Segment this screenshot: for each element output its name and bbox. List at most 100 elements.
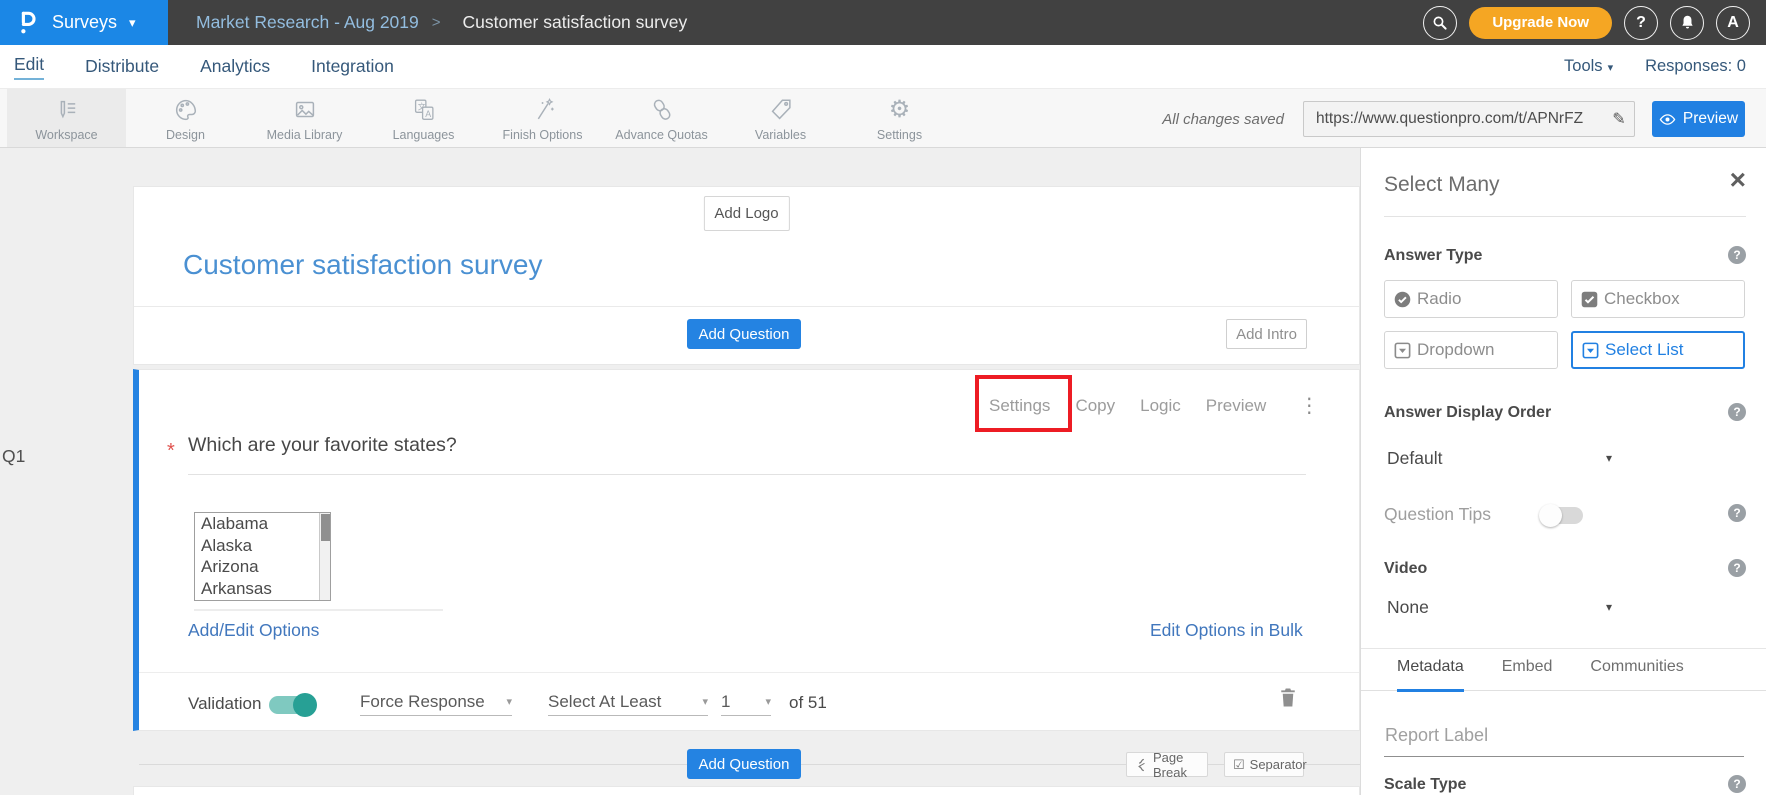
force-response-dropdown[interactable]: Force Response ▾ [360,688,512,716]
add-question-button-bottom[interactable]: Add Question [687,749,801,779]
answer-display-order-label: Answer Display Order [1384,404,1551,422]
divider [1361,648,1766,649]
divider [188,474,1306,475]
toggle-knob [293,693,317,717]
avatar[interactable]: A [1716,6,1750,40]
answer-type-radio-button[interactable]: Radio [1384,280,1558,318]
question-action-copy[interactable]: Copy [1075,396,1115,416]
page-break-icon [1135,758,1148,772]
separator-button[interactable]: ☑ Separator [1224,752,1304,777]
chevron-down-icon: ▾ [506,695,512,708]
divider [1384,216,1746,217]
survey-nav: Edit Distribute Analytics Integration To… [0,45,1766,88]
tab-communities[interactable]: Communities [1590,658,1683,692]
close-icon[interactable]: × [1730,166,1746,194]
surveys-product-menu[interactable]: Surveys ▾ [0,0,168,45]
tab-analytics[interactable]: Analytics [200,56,270,77]
add-logo-button[interactable]: Add Logo [703,196,789,231]
help-icon[interactable]: ? [1728,504,1746,522]
scrollbar-thumb[interactable] [321,514,330,541]
toolbar-item-languages[interactable]: 文A Languages [364,89,483,147]
questionpro-survey-editor: { "topbar": { "product_menu_label": "Sur… [0,0,1766,795]
count-dropdown[interactable]: 1 ▾ [721,688,771,716]
listbox-option[interactable]: Alabama [195,513,330,535]
divider [194,609,443,611]
chevron-down-icon[interactable]: ▾ [1606,600,1612,614]
listbox-scrollbar[interactable] [319,513,330,600]
survey-title[interactable]: Customer satisfaction survey [183,249,542,281]
toolbar-item-workspace[interactable]: Workspace [7,89,126,147]
question-tips-toggle[interactable] [1541,507,1583,524]
toolbar-item-settings[interactable]: ⚙ Settings [840,89,959,147]
tab-edit[interactable]: Edit [14,54,44,80]
question-action-preview[interactable]: Preview [1206,396,1266,416]
delete-question-button[interactable] [1279,687,1297,708]
responses-count[interactable]: Responses: 0 [1645,57,1746,76]
upgrade-now-button[interactable]: Upgrade Now [1469,7,1612,39]
kebab-menu-icon[interactable]: ⋮ [1299,393,1319,418]
toolbar-item-finish-options[interactable]: Finish Options [483,89,602,147]
preview-button[interactable]: Preview [1652,101,1745,137]
panel-title: Select Many [1384,173,1500,197]
search-button[interactable] [1423,6,1457,40]
states-listbox[interactable]: Alabama Alaska Arizona Arkansas [194,512,331,601]
breadcrumb-survey-title: Customer satisfaction survey [463,12,688,33]
listbox-option[interactable]: Arizona [195,556,330,578]
video-dropdown[interactable]: None [1387,597,1429,618]
topbar-actions: Upgrade Now ? A [1423,6,1766,40]
toolbar-item-variables[interactable]: Variables [721,89,840,147]
chevron-down-icon[interactable]: ▾ [1606,451,1612,465]
tools-menu[interactable]: Tools▾ [1564,57,1613,76]
divider [134,306,1359,307]
of-total-label: of 51 [789,693,827,713]
image-icon [291,95,319,125]
answer-display-order-dropdown[interactable]: Default [1387,448,1442,469]
checkbox-icon [1580,290,1599,309]
listbox-option[interactable]: Arkansas [195,578,330,600]
question-action-logic[interactable]: Logic [1140,396,1181,416]
notifications-button[interactable] [1670,6,1704,40]
toolbar-item-design[interactable]: Design [126,89,245,147]
answer-type-checkbox-button[interactable]: Checkbox [1571,280,1745,318]
tab-integration[interactable]: Integration [311,56,394,77]
listbox-option[interactable]: Alaska [195,535,330,557]
toolbar-item-media-library[interactable]: Media Library [245,89,364,147]
workspace-icon [52,95,82,125]
tab-embed[interactable]: Embed [1502,658,1553,692]
answer-type-label: Answer Type [1384,247,1482,265]
page-break-button[interactable]: Page Break [1126,752,1208,777]
toolbar-item-advance-quotas[interactable]: Advance Quotas [602,89,721,147]
report-label-input[interactable] [1384,725,1744,757]
trash-icon [1279,687,1297,708]
breadcrumb-separator: > [432,14,441,31]
add-edit-options-link[interactable]: Add/Edit Options [188,620,319,641]
gear-icon: ⚙ [889,95,911,125]
survey-url-input[interactable] [1304,110,1604,128]
divider [139,672,1359,673]
help-icon[interactable]: ? [1728,559,1746,577]
help-icon[interactable]: ? [1728,403,1746,421]
pencil-icon[interactable]: ✎ [1604,109,1634,129]
validation-toggle[interactable] [269,696,315,714]
tab-metadata[interactable]: Metadata [1397,658,1464,692]
answer-type-select-list-button[interactable]: Select List [1571,331,1745,369]
question-text[interactable]: Which are your favorite states? [188,434,457,457]
survey-header-card: Add Logo Customer satisfaction survey Ad… [133,186,1360,365]
select-list-icon [1581,341,1600,360]
help-button[interactable]: ? [1624,6,1658,40]
select-at-least-dropdown[interactable]: Select At Least ▾ [548,688,708,716]
video-label: Video [1384,560,1427,578]
question-card: Settings Copy Logic Preview ⋮ * Which ar… [133,369,1360,731]
help-icon[interactable]: ? [1728,775,1746,793]
add-intro-button[interactable]: Add Intro [1226,319,1307,349]
edit-options-bulk-link[interactable]: Edit Options in Bulk [1150,620,1303,641]
nav-right-group: Tools▾ Responses: 0 [1564,57,1746,76]
tab-distribute[interactable]: Distribute [85,56,159,77]
chevron-down-icon: ▾ [765,695,771,708]
breadcrumb-folder[interactable]: Market Research - Aug 2019 [196,12,419,33]
help-icon[interactable]: ? [1728,246,1746,264]
answer-type-dropdown-button[interactable]: Dropdown [1384,331,1558,369]
bell-icon [1679,14,1696,31]
svg-text:A: A [425,108,431,118]
add-question-button-top[interactable]: Add Question [687,319,801,349]
